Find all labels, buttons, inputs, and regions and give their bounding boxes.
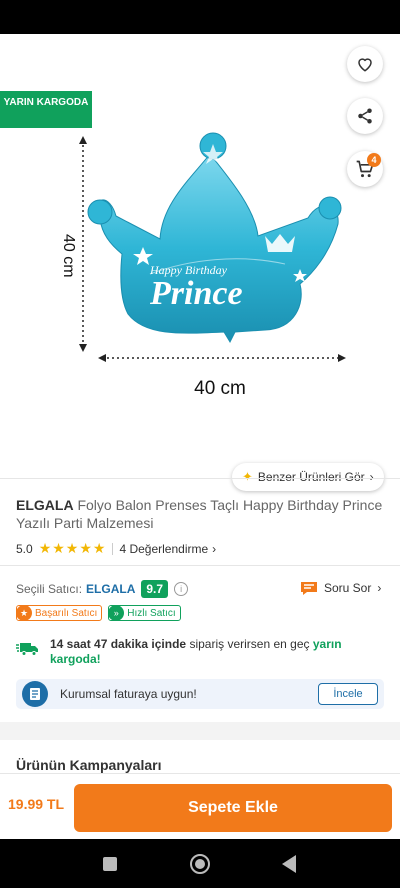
back-button[interactable] (14, 50, 44, 80)
fast-seller-badge: » Hızlı Satıcı (108, 605, 181, 621)
product-title: ELGALA Folyo Balon Prenses Taçlı Happy B… (16, 496, 384, 532)
rating-separator (112, 542, 114, 555)
rating-value: 5.0 (16, 541, 33, 556)
successful-seller-label: Başarılı Satıcı (35, 607, 98, 619)
seller-row: Seçili Satıcı: ELGALA 9.7 i (16, 580, 189, 598)
seller-badges: ★ Başarılı Satıcı » Hızlı Satıcı (16, 605, 181, 621)
delivery-text: 14 saat 47 dakika içinde sipariş verirse… (50, 637, 386, 667)
arrow-left-icon (20, 57, 38, 73)
product-hero: 4 YARIN KARGODA 40 cm 40 cm Happy Birthd… (0, 34, 400, 491)
sparkle-icon: ✦ (242, 469, 253, 484)
add-to-cart-button[interactable]: Sepete Ekle (74, 784, 392, 832)
cart-count-badge: 4 (367, 153, 381, 167)
seller-score: 9.7 (141, 580, 169, 598)
similar-products-label: Benzer Ürünleri Gör (257, 470, 365, 484)
ask-question-label: Soru Sor (324, 581, 372, 595)
heart-icon (358, 58, 372, 72)
invoice-icon (22, 681, 48, 707)
cart-button[interactable]: 4 (347, 151, 383, 187)
chevron-right-icon: › (377, 581, 382, 595)
price: 19.99 TL (8, 796, 65, 812)
delivery-info: 14 saat 47 dakika içinde sipariş verirse… (16, 637, 386, 667)
divider (0, 565, 400, 566)
delivery-middle: sipariş verirsen en geç (189, 637, 310, 651)
balloon-main-text: Prince (149, 275, 243, 312)
height-label: 40 cm (60, 234, 77, 278)
truck-icon (16, 643, 38, 656)
chevron-right-icon: › (369, 470, 374, 484)
share-button[interactable] (347, 98, 383, 134)
width-label: 40 cm (194, 378, 246, 399)
invoice-text: Kurumsal faturaya uygun! (60, 687, 197, 701)
medal-icon: ★ (16, 605, 32, 621)
seller-name[interactable]: ELGALA (86, 582, 135, 596)
rating-stars: ★★★★★ (38, 540, 107, 556)
seller-label: Seçili Satıcı: (16, 582, 83, 596)
section-separator (0, 722, 400, 740)
recent-apps-icon[interactable] (103, 857, 117, 871)
rating-row[interactable]: 5.0 ★★★★★ 4 Değerlendirme › (16, 540, 216, 557)
back-triangle-icon[interactable] (282, 855, 296, 873)
delivery-time: 14 saat 47 dakika içinde (50, 637, 187, 651)
system-nav-bar (0, 839, 400, 888)
bottom-action-bar: 19.99 TL Sepete Ekle (0, 773, 400, 839)
chevron-right-icon: › (212, 541, 217, 556)
review-count[interactable]: 4 Değerlendirme (119, 542, 208, 556)
successful-seller-badge: ★ Başarılı Satıcı (16, 605, 103, 621)
ask-question-button[interactable]: Soru Sor › (300, 580, 381, 596)
share-icon (358, 108, 372, 124)
cargo-badge: YARIN KARGODA (0, 91, 92, 128)
campaigns-title: Ürünün Kampanyaları (16, 757, 162, 773)
product-image[interactable]: 40 cm 40 cm Happy Birthday Prince (50, 124, 350, 399)
divider (0, 478, 400, 479)
fast-truck-icon: » (108, 605, 125, 621)
corporate-invoice-box: Kurumsal faturaya uygun! İncele (16, 679, 384, 709)
similar-products-button[interactable]: ✦ Benzer Ürünleri Gör › (232, 463, 384, 491)
status-bar (0, 0, 400, 34)
product-brand[interactable]: ELGALA (16, 497, 74, 513)
chat-icon (301, 582, 317, 595)
info-icon[interactable]: i (174, 582, 189, 596)
fast-seller-label: Hızlı Satıcı (127, 607, 176, 619)
favorite-button[interactable] (347, 46, 383, 82)
home-icon[interactable] (190, 854, 210, 874)
invoice-review-button[interactable]: İncele (318, 683, 378, 705)
